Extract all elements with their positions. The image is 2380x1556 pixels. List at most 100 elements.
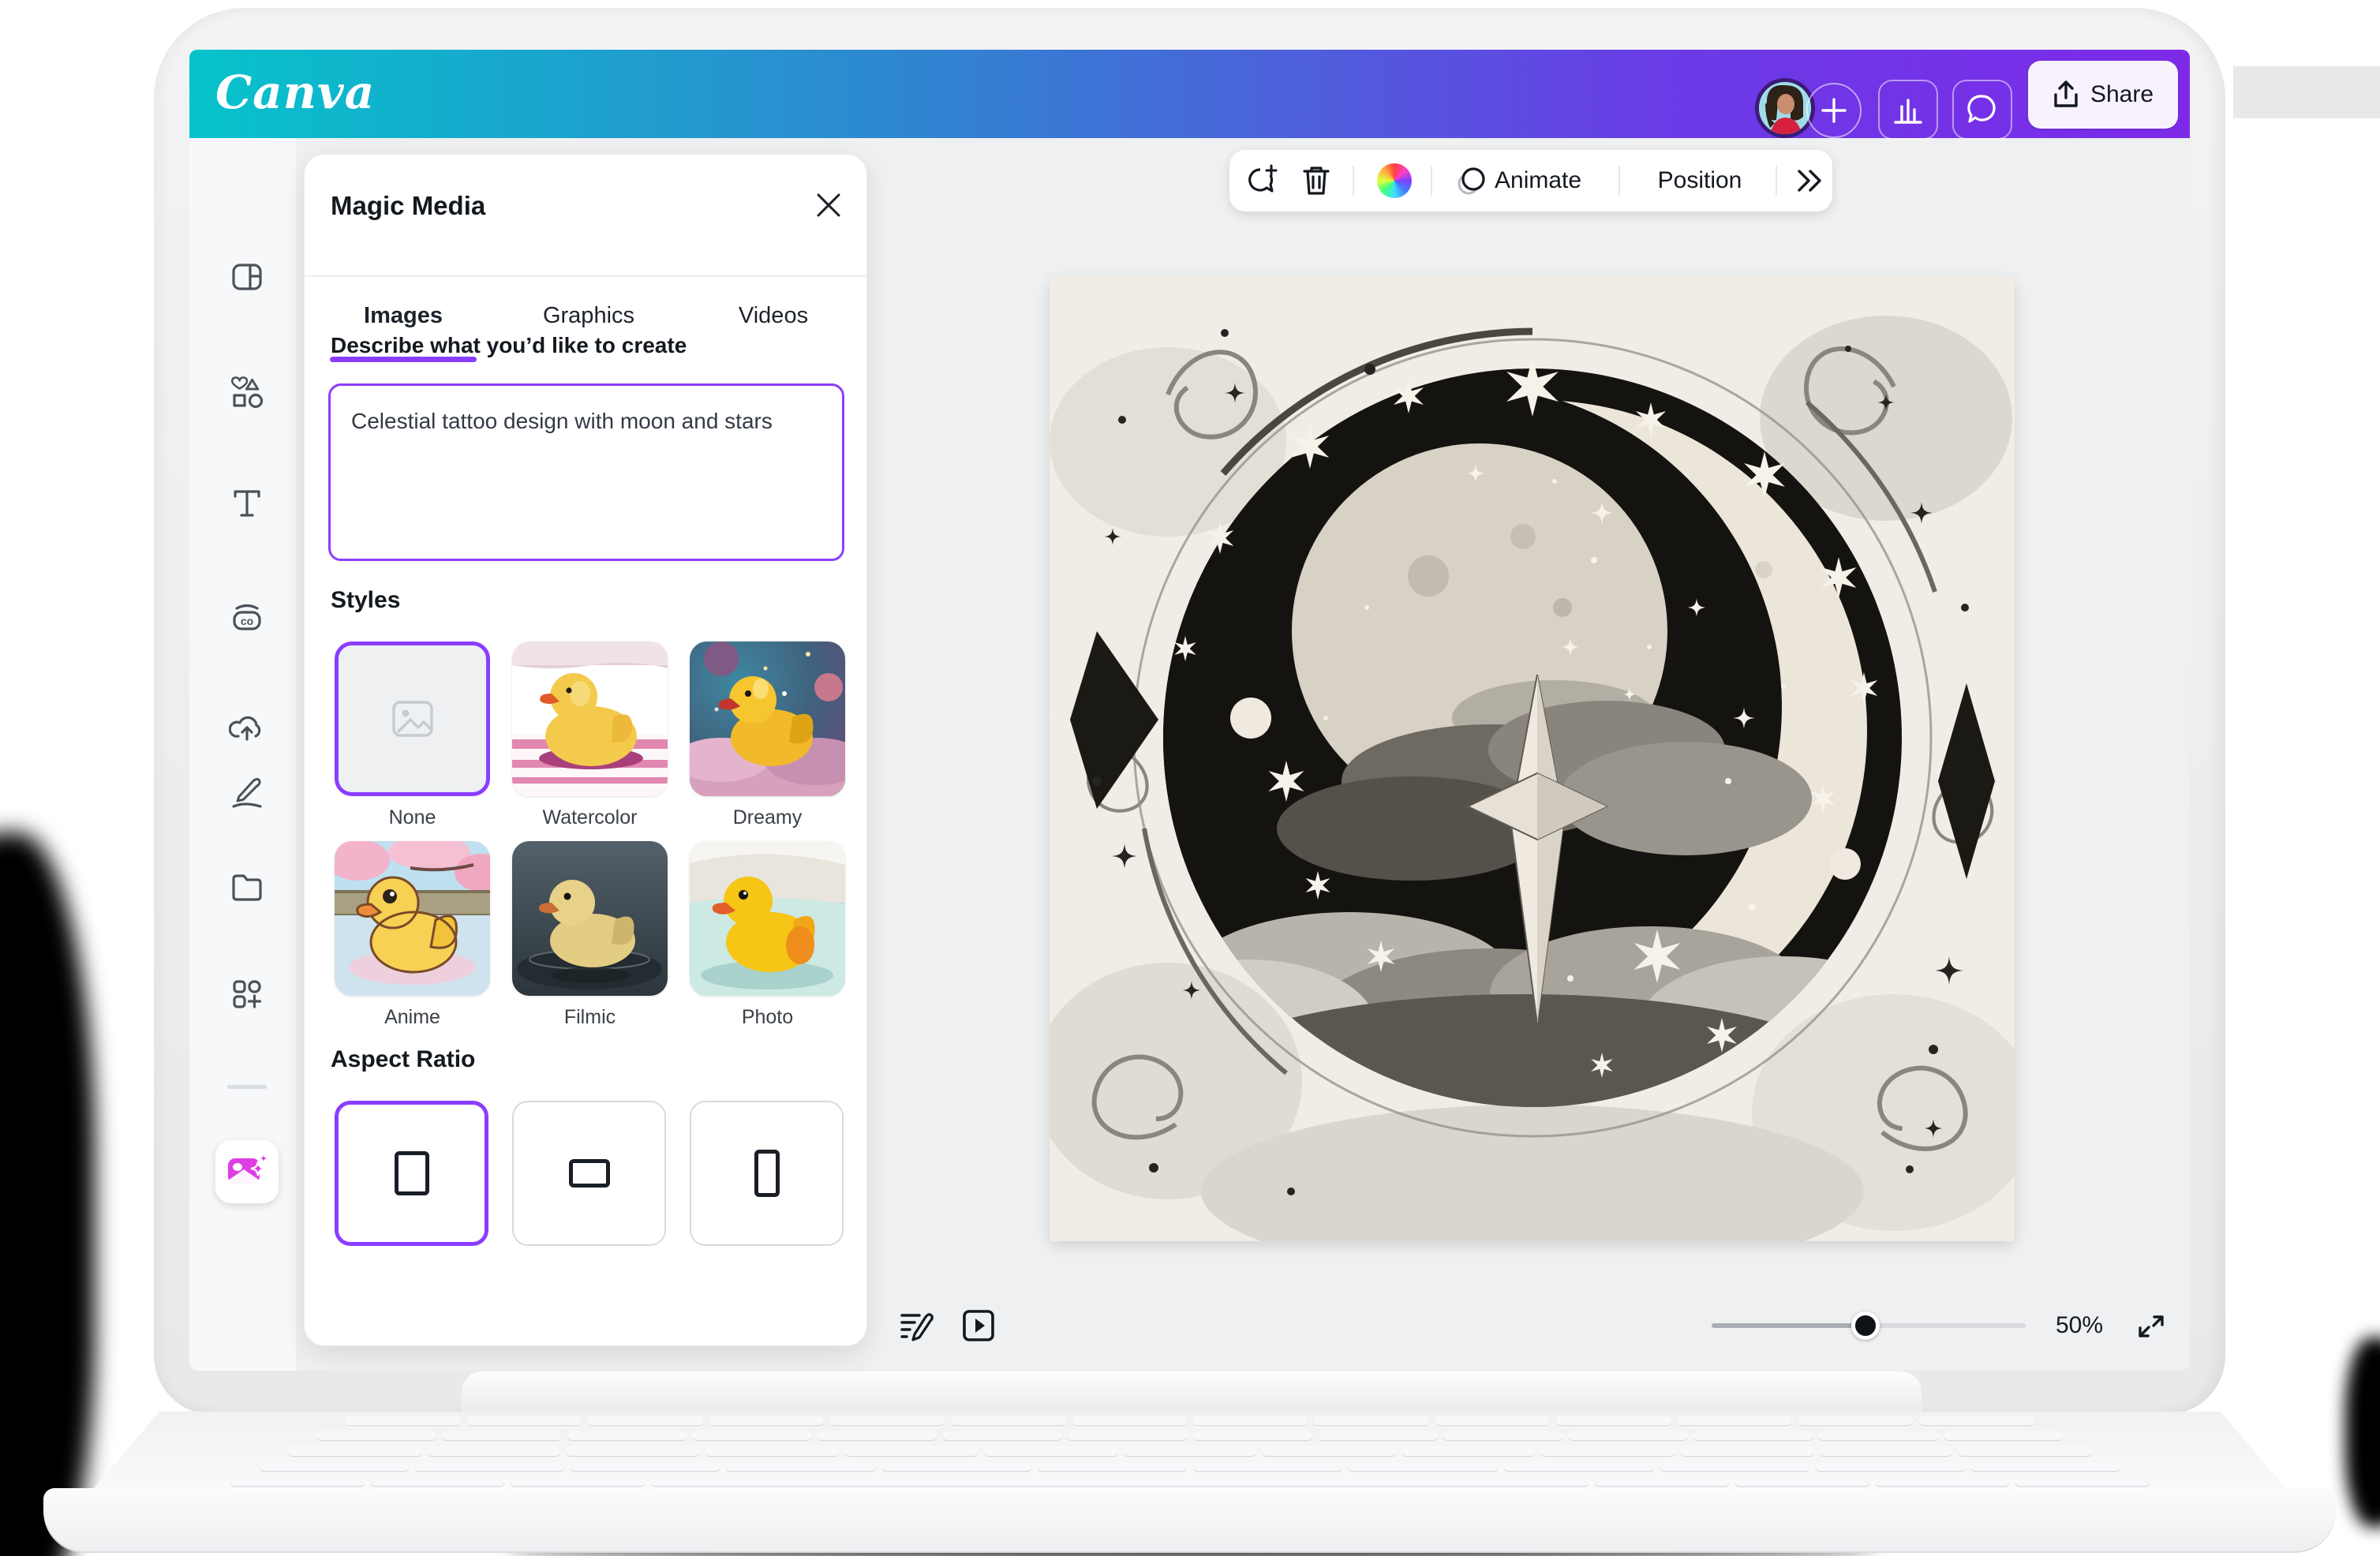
laptop-mockup-scene: Canva [0,0,2380,1556]
magic-media-panel: Magic Media Images Graphics Videos Descr… [304,154,867,1346]
canvas-artwork-celestial-tattoo[interactable] [1050,276,2015,1241]
background-band [2233,66,2380,118]
tab-graphics[interactable]: Graphics [533,303,644,329]
folder-icon [229,870,265,906]
insights-button[interactable] [1878,80,1938,140]
animate-button[interactable]: Animate [1495,150,1581,211]
style-option-anime[interactable] [335,841,490,996]
sidebar-item-draw[interactable] [229,775,265,811]
tab-videos[interactable]: Videos [718,303,829,329]
sidebar-item-brand[interactable]: co [229,599,265,635]
close-panel-button[interactable] [813,189,844,221]
tab-images[interactable]: Images [348,303,458,329]
elements-shapes-icon [229,375,265,411]
app-header: Canva [189,50,2190,138]
fullscreen-button[interactable] [2132,1307,2170,1345]
color-picker-button[interactable] [1377,163,1412,198]
zoom-slider-thumb[interactable] [1851,1311,1880,1340]
sidebar-item-projects[interactable] [229,870,265,906]
panel-title: Magic Media [331,191,485,221]
toolbar-divider [1618,166,1620,196]
style-label: Photo [690,1006,845,1029]
photo-duck-thumbnail [690,841,845,996]
comments-button[interactable] [1952,80,2012,140]
sidebar-divider [227,1085,267,1089]
style-label: Anime [335,1006,490,1029]
style-option-dreamy[interactable] [690,641,845,796]
style-option-none[interactable] [335,641,490,796]
background-shadow-left [0,832,95,1556]
prompt-label: Describe what you’d like to create [331,333,687,358]
double-chevron-icon [1793,166,1824,195]
laptop-keyboard [227,1416,2153,1487]
canva-logo: Canva [215,65,375,119]
dreamy-duck-thumbnail [690,641,845,796]
edge-mark [0,1442,8,1452]
magic-media-icon [226,1154,268,1190]
style-option-filmic[interactable] [512,841,668,996]
add-comment-icon [1245,163,1280,198]
editor-sidebar: co [189,138,296,1371]
animate-icon [1452,162,1490,200]
upload-cloud-icon [229,711,265,747]
share-button[interactable]: Share [2028,61,2178,129]
image-placeholder-icon [390,696,436,742]
style-label: Filmic [512,1006,668,1029]
share-upload-icon [2053,80,2079,109]
draw-pen-icon [229,775,265,811]
toolbar-divider [1776,166,1777,196]
aspect-option-portrait[interactable] [690,1101,844,1246]
sidebar-item-apps[interactable] [229,976,265,1012]
style-option-watercolor[interactable] [512,641,668,796]
delete-button[interactable] [1297,162,1335,200]
aspect-ratio-heading: Aspect Ratio [331,1046,475,1073]
object-toolbar: Animate Position [1229,150,1832,211]
sidebar-item-uploads[interactable] [229,711,265,747]
laptop-keyboard-deck [89,1412,2291,1494]
sidebar-item-magic-media[interactable] [215,1140,279,1203]
bar-chart-icon [1892,94,1924,125]
style-label: Dreamy [690,806,845,829]
apps-grid-icon [229,976,265,1012]
edge-mark [0,1419,11,1433]
style-option-photo[interactable] [690,841,845,996]
avatar-image [1759,82,1811,134]
anime-duck-thumbnail [335,841,490,996]
zoom-percentage: 50% [2036,1312,2123,1339]
add-design-button[interactable] [1806,83,1862,138]
toolbar-divider [1431,166,1432,196]
brand-icon-text: co [241,615,253,627]
play-icon [960,1307,997,1344]
styles-heading: Styles [331,587,400,614]
share-label: Share [2090,81,2154,108]
close-icon [815,192,842,219]
aspect-option-landscape[interactable] [512,1101,666,1246]
square-ratio-icon [395,1151,429,1195]
watercolor-duck-thumbnail [512,641,668,796]
filmic-duck-thumbnail [512,841,668,996]
sidebar-item-design[interactable] [229,259,265,295]
more-tools-button[interactable] [1790,162,1828,200]
zoom-slider-fill [1712,1323,1865,1328]
brand-icon: co [229,599,265,635]
position-button[interactable]: Position [1652,150,1747,211]
present-button[interactable] [960,1307,997,1345]
notes-button[interactable] [896,1307,934,1345]
style-label: None [335,806,490,829]
sidebar-item-text[interactable] [229,485,265,522]
portrait-ratio-icon [754,1150,780,1197]
aspect-option-square[interactable] [335,1101,488,1246]
trash-icon [1300,163,1333,198]
laptop-base [43,1488,2336,1551]
design-icon [229,259,265,295]
toolbar-divider [1353,166,1354,196]
zoom-slider[interactable] [1712,1323,2026,1328]
speech-bubble-icon [1966,93,1999,126]
canva-app-window: Canva [189,50,2190,1371]
expand-icon [2134,1309,2169,1344]
add-comment-button[interactable] [1244,162,1282,200]
panel-divider [305,275,866,277]
sidebar-item-elements[interactable] [229,375,265,411]
prompt-input[interactable]: Celestial tattoo design with moon and st… [328,383,844,561]
plus-icon [1821,97,1847,124]
